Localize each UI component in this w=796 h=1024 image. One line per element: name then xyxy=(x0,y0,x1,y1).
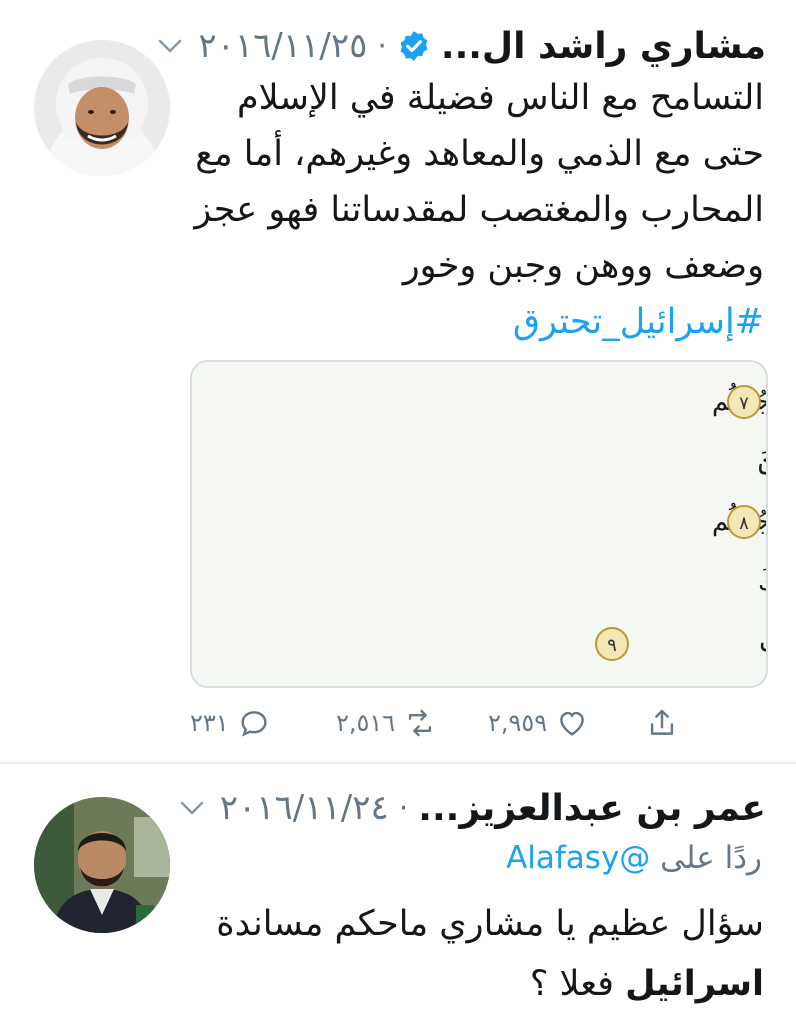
tweet-actions: ٢٣١ ٢,٥١٦ ٢,٩٥٩ xyxy=(190,700,764,750)
display-name[interactable]: عمر بن عبدالعزيز... xyxy=(418,788,766,829)
retweet-button[interactable]: ٢,٥١٦ xyxy=(336,706,437,740)
tweet-text-line: وضعف ووهن وجبن وخور xyxy=(402,246,764,286)
verse-number: ٩ xyxy=(607,635,617,656)
share-button[interactable] xyxy=(645,706,679,740)
separator-dot: · xyxy=(398,790,409,826)
quran-line: مِّن دِيَٰرِكُمْ أَن تَبَرُّوهُمْ وَتُقْ… xyxy=(758,444,766,480)
tweet-media-image[interactable]: لَا يَنْهَىٰكُمُ ٱللَّهُ عَنِ ٱلَّذِينَ … xyxy=(190,360,768,688)
tweet-header: عمر بن عبدالعزيز... · ٢٠١٦/١١/٢٤ xyxy=(178,780,766,836)
display-name[interactable]: مشاري راشد ال... xyxy=(441,26,766,67)
tweet-text-line: المحارب والمغتصب لمقدساتنا فهو عجز xyxy=(194,190,764,230)
reply-button[interactable]: ٢٣١ xyxy=(190,706,271,740)
verse-marker-icon: ٨ xyxy=(727,505,761,539)
chevron-down-icon[interactable] xyxy=(178,798,206,818)
tweet-text-line: حتى مع الذمي والمعاهد وغيرهم، أما مع xyxy=(195,134,764,174)
tweet-text-bold: اسرائيل xyxy=(625,964,764,1004)
avatar[interactable] xyxy=(34,40,170,176)
reply-handle-link[interactable]: @Alafasy xyxy=(506,840,650,876)
verse-marker-icon: ٧ xyxy=(727,385,761,419)
tweet-text: التسامح مع الناس فضيلة في الإسلام حتى مع… xyxy=(194,70,764,350)
retweet-count: ٢,٥١٦ xyxy=(336,709,396,737)
hashtag-link[interactable]: #إسرائيل_تحترق xyxy=(194,294,764,350)
tweet-text-rest: فعلا ؟ xyxy=(529,964,626,1004)
reply-icon xyxy=(241,711,267,737)
reply-context: ردًا على @Alafasy xyxy=(506,840,762,876)
reply-count: ٢٣١ xyxy=(190,709,229,737)
like-count: ٢,٩٥٩ xyxy=(488,709,548,737)
chevron-down-icon[interactable] xyxy=(156,36,184,56)
tweet-text-line: سؤال عظيم يا مشاري ماحكم مساندة xyxy=(216,904,764,944)
quran-page-image: لَا يَنْهَىٰكُمُ ٱللَّهُ عَنِ ٱلَّذِينَ … xyxy=(192,362,766,686)
heart-icon xyxy=(560,711,585,736)
verse-marker-icon: ٩ xyxy=(595,627,629,661)
tweet-header: مشاري راشد ال... · ٢٠١٦/١١/٢٥ xyxy=(156,18,766,74)
share-icon xyxy=(650,709,674,735)
avatar-image xyxy=(34,797,170,933)
tweet-text: سؤال عظيم يا مشاري ماحكم مساندة اسرائيل … xyxy=(194,894,764,1014)
tweet-date[interactable]: ٢٠١٦/١١/٢٤ xyxy=(220,788,389,828)
reply-prefix: ردًا على xyxy=(660,840,762,876)
tweet-text-line: اسرائيل فعلا ؟ xyxy=(194,954,764,1014)
like-button[interactable]: ٢,٩٥٩ xyxy=(488,706,589,740)
verse-number: ٧ xyxy=(739,393,749,414)
tweet-text-line: التسامح مع الناس فضيلة في الإسلام xyxy=(237,78,764,118)
separator-dot: · xyxy=(377,28,387,64)
avatar[interactable] xyxy=(34,797,170,933)
avatar-image xyxy=(34,40,170,176)
tweet-date[interactable]: ٢٠١٦/١١/٢٥ xyxy=(198,26,367,66)
tweet-2[interactable]: عمر بن عبدالعزيز... · ٢٠١٦/١١/٢٤ ردًا عل… xyxy=(0,764,796,1024)
verified-badge-icon xyxy=(400,31,428,61)
tweet-1[interactable]: مشاري راشد ال... · ٢٠١٦/١١/٢٥ التسامح مع… xyxy=(0,0,796,762)
retweet-icon xyxy=(409,709,432,737)
verse-number: ٨ xyxy=(739,513,749,534)
